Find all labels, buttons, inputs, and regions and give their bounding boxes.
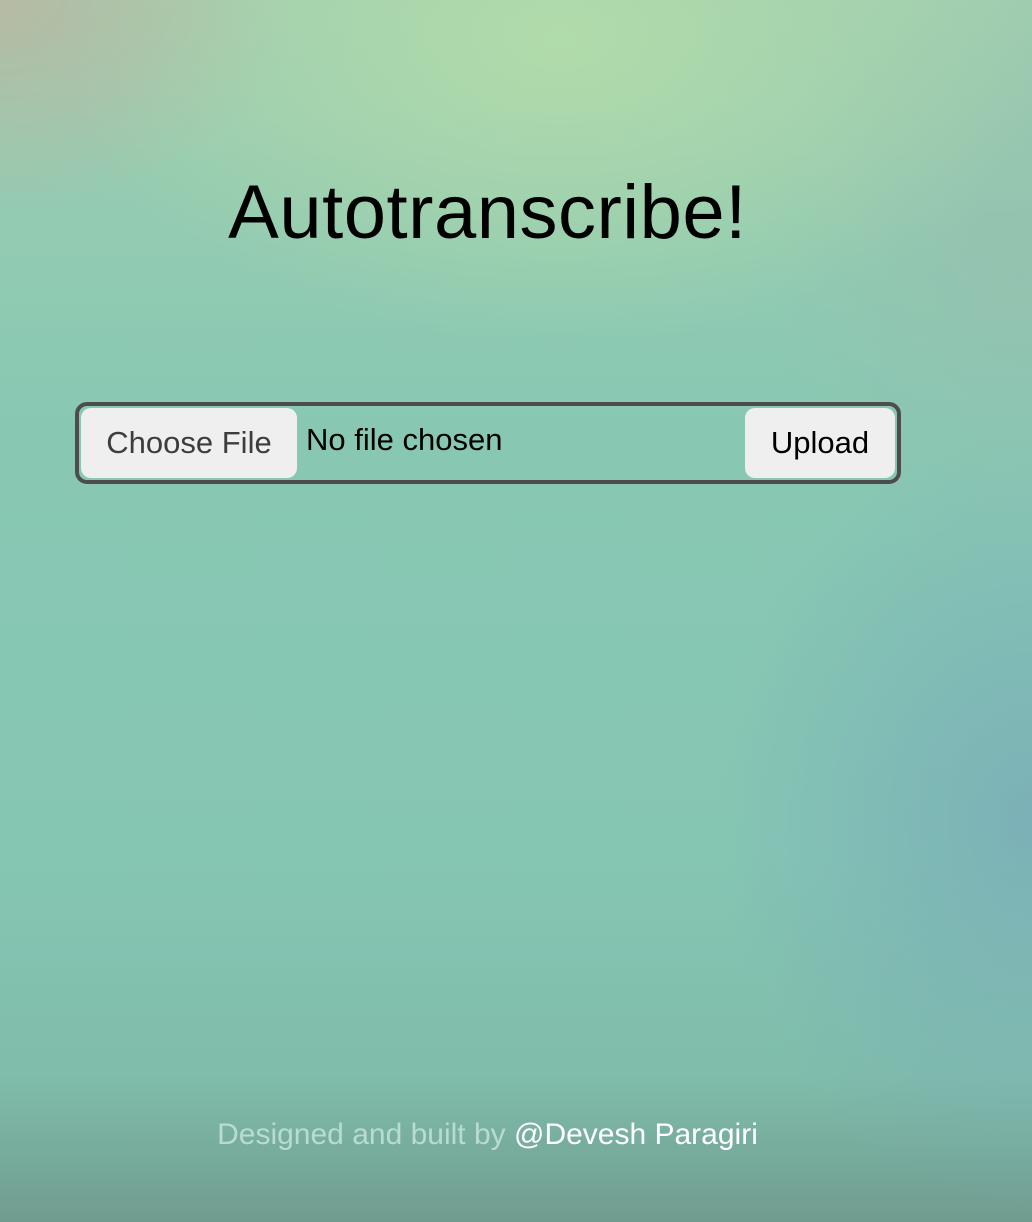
- choose-file-button[interactable]: Choose File: [81, 408, 297, 478]
- upload-button[interactable]: Upload: [745, 408, 895, 478]
- footer-credit: Designed and built by @Devesh Paragiri: [0, 1114, 975, 1156]
- page-title: Autotranscribe!: [228, 170, 747, 255]
- upload-form: Choose File No file chosen Upload: [75, 402, 901, 484]
- page: { "app": { "title": "Autotranscribe!" },…: [0, 0, 1032, 1222]
- file-status-text: No file chosen: [306, 422, 503, 457]
- author-link[interactable]: @Devesh Paragiri: [514, 1118, 758, 1151]
- footer-prefix: Designed and built by: [217, 1118, 514, 1151]
